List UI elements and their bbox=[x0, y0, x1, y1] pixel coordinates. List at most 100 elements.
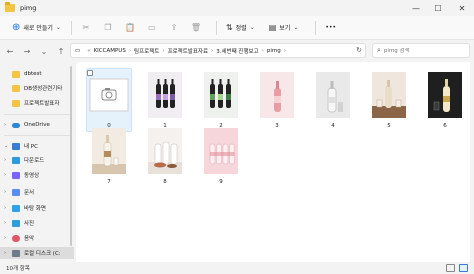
divider bbox=[215, 20, 217, 35]
refresh-icon[interactable]: ↻ bbox=[356, 46, 362, 54]
file-name: 6 bbox=[443, 123, 447, 129]
file-name: 7 bbox=[107, 179, 111, 185]
file-item[interactable]: 8 bbox=[142, 128, 188, 188]
address-bar[interactable]: ▭ « KICCAMPUS › 팀프로젝트 › 프로젝트발표자료 › 3.세번째… bbox=[70, 43, 366, 58]
image-thumbnail bbox=[428, 72, 462, 118]
search-input[interactable] bbox=[383, 47, 464, 54]
navigation-bar: ← → ⌄ ↑ ▭ « KICCAMPUS › 팀프로젝트 › 프로젝트발표자료… bbox=[0, 40, 474, 62]
cut-icon[interactable]: ✂ bbox=[78, 20, 94, 36]
sidebar-item-label: 바탕 화면 bbox=[24, 206, 46, 212]
view-label: 보기 bbox=[279, 25, 291, 32]
sidebar-item-videos[interactable]: › 동영상 bbox=[0, 169, 74, 181]
maximize-button[interactable]: ☐ bbox=[428, 0, 448, 16]
image-thumbnail bbox=[316, 72, 350, 118]
minimize-button[interactable]: — bbox=[406, 0, 426, 16]
plus-icon: ⊕ bbox=[12, 21, 21, 33]
file-item[interactable]: 0 bbox=[86, 68, 132, 132]
delete-icon[interactable]: 🗑 bbox=[188, 20, 204, 36]
close-button[interactable]: ✕ bbox=[452, 0, 472, 16]
folder-icon bbox=[12, 84, 20, 92]
breadcrumb-third-report[interactable]: 3.세번째 진행보고 bbox=[216, 47, 258, 55]
expand-chevron-icon[interactable]: › bbox=[4, 122, 12, 128]
computer-icon bbox=[12, 142, 20, 150]
cloud-icon bbox=[12, 122, 20, 128]
sidebar-item-db-etc[interactable]: DB생성관련기타 bbox=[0, 82, 74, 94]
recent-chevron-icon[interactable]: ⌄ bbox=[37, 44, 51, 58]
search-box[interactable]: ⌕ bbox=[372, 43, 470, 58]
image-thumbnail bbox=[204, 72, 238, 118]
view-icon: ▤ bbox=[268, 23, 277, 32]
image-thumbnail bbox=[92, 128, 126, 174]
expand-chevron-icon[interactable]: › bbox=[4, 220, 12, 226]
folder-icon bbox=[12, 70, 20, 78]
breadcrumb-presentation[interactable]: 프로젝트발표자료 bbox=[168, 47, 208, 55]
search-icon: ⌕ bbox=[377, 46, 381, 54]
file-name: 9 bbox=[219, 179, 223, 185]
file-item[interactable]: 7 bbox=[86, 128, 132, 188]
file-item[interactable]: 5 bbox=[366, 72, 412, 132]
expand-chevron-icon[interactable]: › bbox=[4, 250, 12, 256]
copy-icon[interactable]: ❐ bbox=[100, 20, 116, 36]
breadcrumb-team-project[interactable]: 팀프로젝트 bbox=[134, 47, 159, 55]
chevron-down-icon: ⌄ bbox=[55, 24, 61, 31]
music-icon bbox=[12, 234, 20, 242]
more-options-button[interactable]: ••• bbox=[322, 20, 339, 36]
sidebar-scrollbar[interactable] bbox=[70, 66, 72, 246]
divider bbox=[4, 114, 70, 115]
sidebar-item-documents[interactable]: › 문서 bbox=[0, 186, 74, 198]
sidebar-item-onedrive[interactable]: › OneDrive bbox=[0, 119, 74, 131]
breadcrumb-kiccampus[interactable]: KICCAMPUS bbox=[94, 48, 126, 54]
sidebar-item-presentation[interactable]: 프로젝트발표자 bbox=[0, 97, 74, 109]
sidebar-item-this-pc[interactable]: ⌄ 내 PC bbox=[0, 140, 74, 152]
share-icon[interactable]: ⇪ bbox=[166, 20, 182, 36]
image-thumbnail bbox=[260, 72, 294, 118]
expand-chevron-icon[interactable]: › bbox=[4, 205, 12, 211]
details-view-icon[interactable] bbox=[446, 264, 455, 272]
sidebar-item-dbtest[interactable]: dbtest bbox=[0, 68, 74, 80]
expand-chevron-icon[interactable]: › bbox=[4, 235, 12, 241]
expand-chevron-icon[interactable]: › bbox=[4, 157, 12, 163]
file-item[interactable]: 4 bbox=[310, 72, 356, 132]
breadcrumb-separator: › bbox=[162, 47, 165, 54]
chevron-down-icon: ⌄ bbox=[249, 24, 255, 31]
sort-icon: ⇅ bbox=[225, 23, 233, 32]
sidebar-item-pictures[interactable]: › 사진 bbox=[0, 217, 74, 229]
sidebar-item-music[interactable]: › 음악 bbox=[0, 232, 74, 244]
up-icon[interactable]: ↑ bbox=[54, 44, 68, 58]
image-thumbnail bbox=[372, 72, 406, 118]
sidebar-item-desktop[interactable]: › 바탕 화면 bbox=[0, 202, 74, 214]
window-title: pimg bbox=[20, 4, 37, 12]
divider bbox=[70, 20, 72, 35]
breadcrumb-pimg[interactable]: pimg bbox=[267, 48, 281, 54]
file-item[interactable]: 6 bbox=[422, 72, 468, 132]
sidebar-item-label: 사진 bbox=[24, 221, 35, 227]
item-count: 10개 항목 bbox=[6, 266, 30, 272]
paste-icon[interactable]: 📋 bbox=[122, 20, 138, 36]
file-item[interactable]: 1 bbox=[142, 72, 188, 132]
sidebar-item-downloads[interactable]: › 다운로드 bbox=[0, 154, 74, 166]
sidebar-item-local-disk[interactable]: › 로컬 디스크 (C: bbox=[0, 247, 74, 259]
view-button[interactable]: ▤ 보기 ⌄ bbox=[266, 20, 302, 36]
file-name: 8 bbox=[163, 179, 167, 185]
breadcrumb-separator: › bbox=[211, 47, 214, 54]
folder-icon bbox=[5, 2, 15, 12]
overflow-chevron[interactable]: « bbox=[87, 48, 90, 54]
collapse-chevron-icon[interactable]: ⌄ bbox=[4, 143, 12, 149]
back-icon[interactable]: ← bbox=[3, 44, 17, 58]
sort-button[interactable]: ⇅ 정렬 ⌄ bbox=[223, 20, 258, 36]
file-name: 4 bbox=[331, 123, 335, 129]
expand-chevron-icon[interactable]: › bbox=[4, 189, 12, 195]
forward-icon[interactable]: → bbox=[20, 44, 34, 58]
video-icon bbox=[12, 171, 20, 179]
file-item[interactable]: 9 bbox=[198, 128, 244, 188]
new-button[interactable]: ⊕ 새로 만들기 ⌄ bbox=[8, 20, 65, 36]
file-item[interactable]: 3 bbox=[254, 72, 300, 132]
sidebar-item-label: 문서 bbox=[24, 190, 35, 196]
drive-icon bbox=[12, 249, 20, 257]
document-icon bbox=[12, 188, 20, 196]
expand-chevron-icon[interactable]: › bbox=[4, 172, 12, 178]
file-item[interactable]: 2 bbox=[198, 72, 244, 132]
large-icons-view-icon[interactable] bbox=[459, 264, 468, 272]
item-checkbox[interactable] bbox=[87, 70, 93, 76]
rename-icon[interactable]: ▭ bbox=[144, 20, 160, 36]
